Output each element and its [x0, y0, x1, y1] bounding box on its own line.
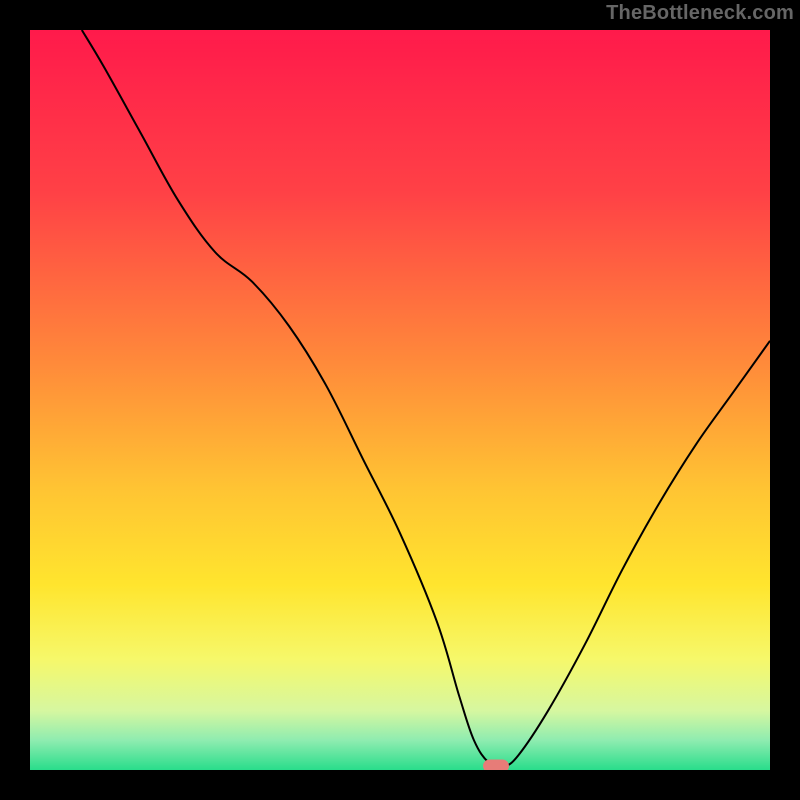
gradient-background: [30, 30, 770, 770]
plot-area: [30, 30, 770, 770]
plot-svg: [30, 30, 770, 770]
attribution-label: TheBottleneck.com: [606, 2, 794, 25]
chart-frame: TheBottleneck.com: [0, 0, 800, 800]
